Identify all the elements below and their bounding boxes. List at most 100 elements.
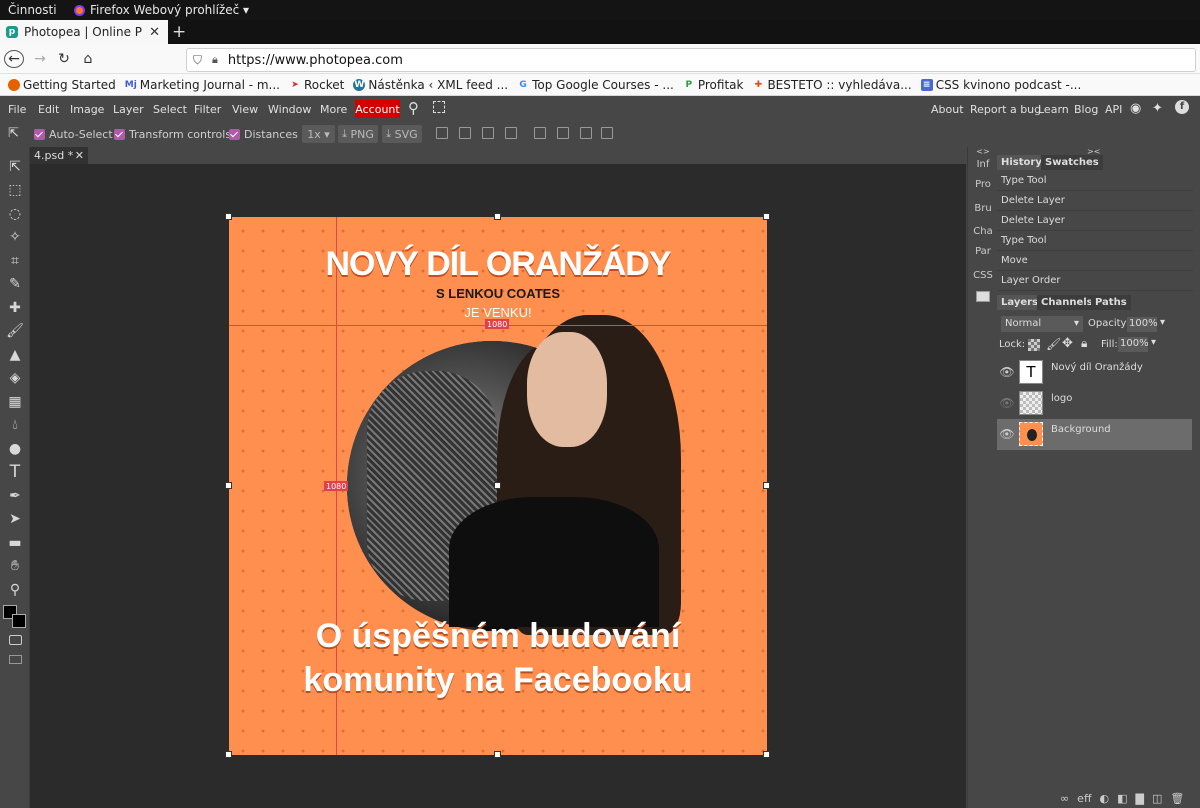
app-menu[interactable]: Firefox Webový prohlížeč ▾ [74,3,249,17]
fill-input[interactable]: 100% [1118,337,1149,352]
align-top-icon[interactable] [505,127,517,139]
magic-wand-icon[interactable]: ✧ [5,227,25,247]
healing-brush-icon[interactable]: ✚ [5,298,25,318]
crop-tool-icon[interactable]: ⌗ [5,251,25,271]
dodge-tool-icon[interactable]: ● [5,439,25,459]
link-layers-icon[interactable]: ∞ [1060,792,1069,805]
expand-icon[interactable]: <> [968,147,998,156]
panel-info-button[interactable]: Inf [968,159,998,170]
trash-icon[interactable]: 🗑︎ [1170,792,1184,805]
transform-controls-checkbox[interactable]: Transform controls [114,128,231,141]
url-bar[interactable]: ⛉ 🔒︎ https://www.photopea.com [186,48,1196,72]
bookmark-item[interactable]: W Nástěnka ‹ XML feed ... [353,78,508,92]
lock-transparency-icon[interactable] [1028,339,1040,351]
transform-handle[interactable] [225,213,232,220]
move-tool-icon[interactable]: ⇱ [5,157,25,177]
hand-tool-icon[interactable]: ✋︎ [5,556,25,576]
history-item[interactable]: Delete Layer [997,211,1193,231]
align-middle-icon[interactable] [534,127,546,139]
fullscreen-icon[interactable] [433,101,445,113]
menu-about[interactable]: About [931,103,964,116]
activities-button[interactable]: Činnosti [8,3,57,17]
tab-history[interactable]: History [997,155,1046,170]
align-right-icon[interactable] [482,127,494,139]
transform-handle[interactable] [494,213,501,220]
eye-icon[interactable]: 👁︎ [997,396,1017,410]
eye-icon[interactable]: 👁︎ [997,427,1017,441]
tab-close-icon[interactable]: ✕ [149,25,168,40]
transform-handle[interactable] [494,751,501,758]
bookmark-item[interactable]: ➤ Rocket [289,78,344,92]
distances-checkbox[interactable]: Distances [229,128,298,141]
menu-blog[interactable]: Blog [1074,103,1098,116]
align-bottom-icon[interactable] [557,127,569,139]
bookmark-item[interactable]: ≡ CSS kvinono podcast -... [920,78,1081,92]
shape-tool-icon[interactable]: ▬ [5,533,25,553]
tab-channels[interactable]: Channels [1037,295,1097,310]
facebook-icon[interactable]: f [1175,100,1189,114]
gradient-tool-icon[interactable]: ▦ [5,392,25,412]
bookmark-item[interactable]: P Profitak [683,78,744,92]
pen-tool-icon[interactable]: ✒ [5,486,25,506]
menu-report-bug[interactable]: Report a bug [970,103,1041,116]
align-left-icon[interactable] [436,127,448,139]
history-item[interactable]: Layer Order [997,271,1193,291]
menu-image[interactable]: Image [70,103,104,116]
blur-tool-icon[interactable]: 💧︎ [5,415,25,435]
export-svg-button[interactable]: ⤓ SVG [382,125,422,143]
bookmark-item[interactable]: G Top Google Courses - ... [517,78,673,92]
distribute-h-icon[interactable] [601,127,613,139]
opacity-input[interactable]: 100% [1127,317,1158,332]
account-button[interactable]: Account [355,100,400,118]
shield-icon[interactable]: ⛉ [193,53,202,68]
lasso-tool-icon[interactable]: ◌ [5,204,25,224]
panel-brush-button[interactable]: Bru [968,203,998,214]
menu-view[interactable]: View [232,103,258,116]
home-button[interactable]: ⌂ [78,50,98,68]
fill-dropdown-icon[interactable]: ▾ [1151,337,1156,348]
panel-css-button[interactable]: CSS [968,270,998,281]
panel-properties-button[interactable]: Pro [968,179,998,190]
transform-handle[interactable] [763,482,770,489]
history-item[interactable]: Delete Layer [997,191,1193,211]
tab-swatches[interactable]: Swatches [1041,155,1103,170]
distribute-icon[interactable] [580,127,592,139]
menu-window[interactable]: Window [268,103,311,116]
brush-tool-icon[interactable]: 🖌︎ [5,321,25,341]
transform-handle[interactable] [225,751,232,758]
close-document-icon[interactable]: ✕ [75,149,84,162]
marquee-tool-icon[interactable]: ⬚ [5,180,25,200]
reddit-icon[interactable]: ◉ [1130,101,1141,116]
layer-row-text[interactable]: 👁︎ T Nový díl Oranžády [997,357,1192,388]
panel-paragraph-button[interactable]: Par [968,246,998,257]
reload-button[interactable]: ↻ [54,50,74,68]
history-item[interactable]: Type Tool [997,171,1193,191]
document-tab[interactable]: 4.psd * ✕ [30,147,88,164]
bookmark-item[interactable]: Getting Started [8,78,116,92]
twitter-icon[interactable]: ✦ [1152,101,1163,116]
tab-layers[interactable]: Layers [997,295,1042,310]
opacity-dropdown-icon[interactable]: ▾ [1160,317,1165,328]
history-item[interactable]: Move [997,251,1193,271]
adjustment-icon[interactable]: ◐ [1100,792,1110,805]
zoom-tool-icon[interactable]: ⚲ [5,580,25,600]
eye-icon[interactable]: 👁︎ [997,365,1017,379]
eyedropper-icon[interactable]: ✎ [5,274,25,294]
bookmark-item[interactable]: ✚ BESTETO :: vyhledáva... [752,78,912,92]
layer-row-logo[interactable]: 👁︎ logo [997,388,1192,419]
layer-row-background[interactable]: 👁︎ Background [997,419,1192,450]
menu-file[interactable]: File [8,103,26,116]
new-tab-button[interactable]: + [172,22,186,42]
tab-paths[interactable]: Paths [1091,295,1131,310]
transform-handle[interactable] [763,751,770,758]
blend-mode-select[interactable]: Normal ▾ [1001,316,1083,332]
menu-layer[interactable]: Layer [113,103,144,116]
browser-tab-photopea[interactable]: p Photopea | Online Photo ✕ [0,20,168,44]
eraser-tool-icon[interactable]: ◈ [5,368,25,388]
menu-select[interactable]: Select [153,103,187,116]
menu-learn[interactable]: Learn [1038,103,1069,116]
transform-handle[interactable] [494,482,501,489]
lock-move-icon[interactable]: ✥ [1062,336,1073,351]
folder-icon[interactable]: ▇ [1136,792,1144,805]
transform-handle[interactable] [763,213,770,220]
